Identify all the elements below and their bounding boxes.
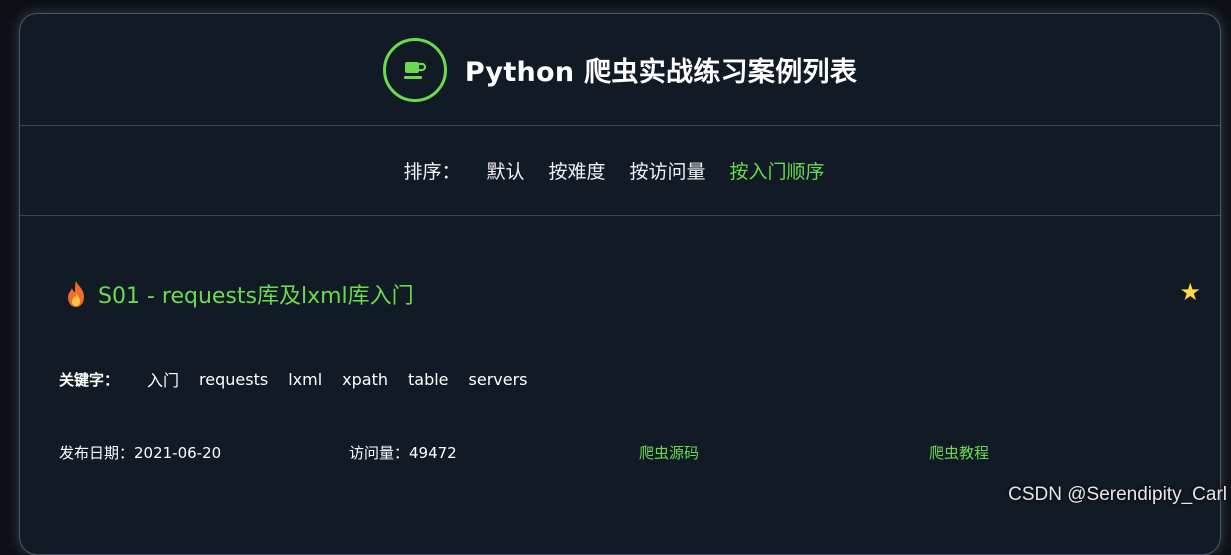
- watermark: CSDN @Serendipity_Carl: [1008, 484, 1227, 505]
- page-card: Python 爬虫实战练习案例列表 排序： 默认 按难度 按访问量 按入门顺序 …: [19, 13, 1221, 555]
- sort-option-difficulty[interactable]: 按难度: [548, 157, 605, 184]
- case-title-link[interactable]: S01 - requests库及lxml库入门: [98, 278, 414, 310]
- case-title-row: S01 - requests库及lxml库入门: [63, 278, 414, 310]
- publish-date: 发布日期：2021-06-20: [59, 444, 222, 462]
- sort-bar: 排序： 默认 按难度 按访问量 按入门顺序: [20, 126, 1220, 216]
- coffee-cup-icon: [382, 37, 447, 102]
- sort-label: 排序：: [403, 161, 461, 183]
- keyword-tag[interactable]: xpath: [342, 370, 388, 389]
- page-title: Python 爬虫实战练习案例列表: [464, 57, 858, 88]
- keyword-tag[interactable]: requests: [199, 370, 268, 389]
- sort-option-default[interactable]: 默认: [486, 157, 524, 184]
- keyword-tag[interactable]: servers: [469, 370, 528, 389]
- keyword-tag[interactable]: 入门: [147, 367, 179, 391]
- sort-option-beginner-order[interactable]: 按入门顺序: [730, 157, 825, 184]
- keywords-row: 关键字： 入门 requests lxml xpath table server…: [59, 367, 548, 391]
- case-item: S01 - requests库及lxml库入门 ★ 关键字： 入门 reques…: [20, 216, 1220, 516]
- keyword-tag[interactable]: table: [408, 370, 449, 389]
- tutorial-link[interactable]: 爬虫教程: [929, 442, 989, 463]
- star-icon[interactable]: ★: [1179, 278, 1201, 306]
- fire-icon: [68, 281, 84, 307]
- visit-count: 访问量：49472: [349, 444, 457, 462]
- keyword-tag[interactable]: lxml: [288, 370, 322, 389]
- keywords-label: 关键字：: [59, 370, 120, 389]
- page-header: Python 爬虫实战练习案例列表: [20, 14, 1220, 126]
- source-code-link[interactable]: 爬虫源码: [639, 442, 699, 463]
- sort-option-visits[interactable]: 按访问量: [630, 157, 706, 184]
